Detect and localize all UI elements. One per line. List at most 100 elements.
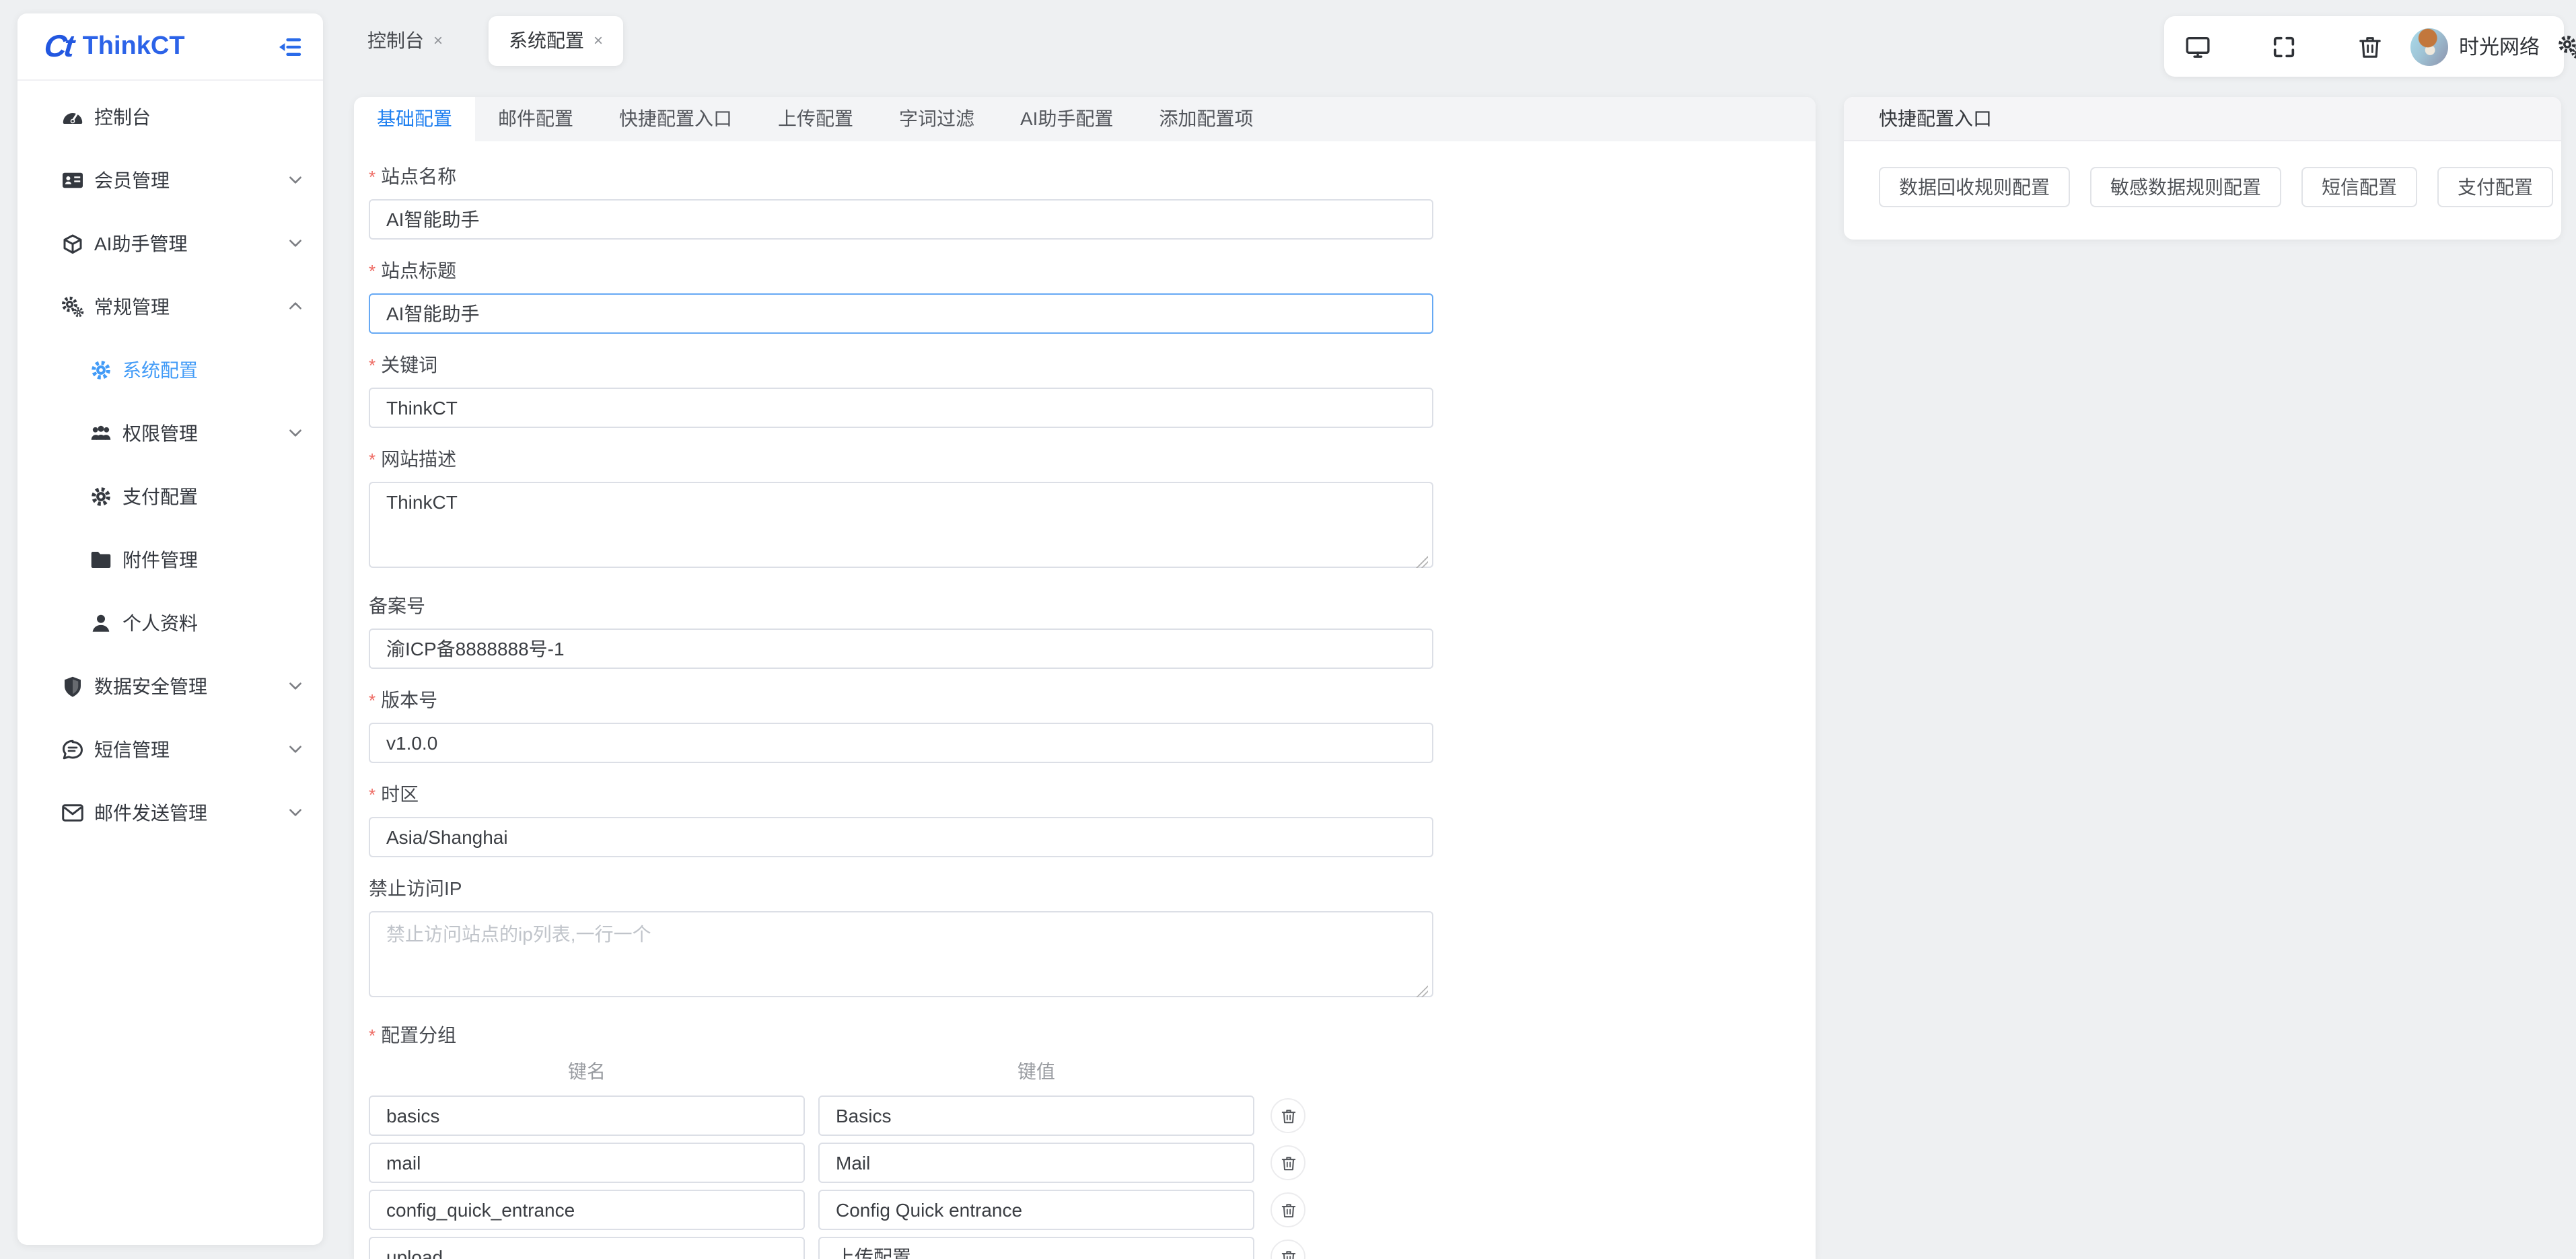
user-icon [92,614,110,631]
quick-entrance-panel: 快捷配置入口 数据回收规则配置 敏感数据规则配置 短信配置 支付配置 [1844,97,2561,240]
shield-icon [65,676,81,696]
close-icon[interactable]: × [594,31,603,50]
chevron-down-icon [289,682,301,690]
delete-row-button[interactable] [1271,1239,1305,1259]
sidebar-item-attachments[interactable]: 附件管理 [17,528,323,591]
sidebar: Ct ThinkCT 控制台 会员管理 AI助手管理 常规管理 系统配置 权限管… [17,13,323,1245]
fullscreen-icon[interactable] [2270,33,2297,60]
sidebar-item-members[interactable]: 会员管理 [17,148,323,211]
group-value-input[interactable] [818,1143,1254,1183]
field-site-description: * 网站描述 ThinkCT [369,445,1816,575]
gears-icon [61,294,85,318]
delete-row-button[interactable] [1271,1192,1305,1227]
site-description-textarea[interactable]: ThinkCT [369,482,1433,568]
sensitive-data-rules-button[interactable]: 敏感数据规则配置 [2090,167,2281,207]
users-icon [91,425,111,439]
sidebar-item-data-security[interactable]: 数据安全管理 [17,654,323,717]
sidebar-logo: Ct ThinkCT [17,13,323,81]
trash-icon [1281,1109,1295,1123]
avatar[interactable] [2410,28,2448,65]
required-marker: * [369,167,376,187]
required-marker: * [369,355,376,375]
data-recycle-rules-button[interactable]: 数据回收规则配置 [1879,167,2070,207]
icp-number-input[interactable] [369,628,1433,669]
quick-entrance-buttons: 数据回收规则配置 敏感数据规则配置 短信配置 支付配置 [1844,141,2561,207]
required-marker: * [369,261,376,281]
delete-row-button[interactable] [1271,1145,1305,1180]
tab-ai-assistant-config[interactable]: AI助手配置 [997,97,1136,141]
sidebar-item-payment-config[interactable]: 支付配置 [17,464,323,528]
trash-icon [1281,1156,1295,1170]
version-input[interactable] [369,723,1433,763]
chevron-down-icon [289,809,301,816]
menu-fold-icon[interactable] [276,33,303,60]
chevron-down-icon [289,429,301,437]
gears-icon[interactable] [2557,33,2576,60]
site-name-input[interactable] [369,199,1433,240]
keywords-input[interactable] [369,388,1433,428]
tab-mail-config[interactable]: 邮件配置 [475,97,596,141]
field-label: * 配置分组 [369,1024,457,1046]
window-tab-system-config[interactable]: 系统配置 × [489,15,624,65]
field-config-groups: * 配置分组 键名 键值 [369,1021,1816,1259]
trash-icon [1281,1203,1295,1217]
window-tab-console[interactable]: 控制台 × [354,27,456,54]
group-key-input[interactable] [369,1095,805,1136]
group-key-input[interactable] [369,1143,805,1183]
folder-icon [91,551,111,567]
sidebar-item-sms[interactable]: 短信管理 [17,717,323,781]
window-tab-label: 控制台 [367,30,424,51]
gear-icon [89,484,113,508]
site-title-input[interactable] [369,293,1433,334]
group-value-input[interactable] [818,1190,1254,1230]
basic-config-form: *站点名称 *站点标题 *关键词 *网站描述 ThinkCT 备案号 *版本号 [354,141,1816,1259]
sidebar-item-label: 个人资料 [122,612,198,633]
tab-upload-config[interactable]: 上传配置 [755,97,876,141]
quick-entrance-title: 快捷配置入口 [1844,97,2561,141]
sidebar-menu: 控制台 会员管理 AI助手管理 常规管理 系统配置 权限管理 支付配置 附件管理… [17,81,323,844]
required-marker: * [369,449,376,470]
chevron-down-icon [289,176,301,184]
sms-config-button[interactable]: 短信配置 [2301,167,2417,207]
config-group-row [369,1190,1816,1230]
tab-quick-entrance-config[interactable]: 快捷配置入口 [596,97,755,141]
sidebar-item-label: 短信管理 [94,738,170,760]
sidebar-item-general[interactable]: 常规管理 [17,275,323,338]
group-value-input[interactable] [818,1095,1254,1136]
field-banned-ip: 禁止访问IP [369,875,1816,1004]
group-key-input[interactable] [369,1237,805,1259]
sidebar-item-label: 控制台 [94,106,151,127]
sidebar-item-label: 系统配置 [122,359,198,380]
close-icon[interactable]: × [433,31,443,50]
group-value-input[interactable] [818,1237,1254,1259]
sidebar-item-system-config[interactable]: 系统配置 [17,338,323,401]
sidebar-item-profile[interactable]: 个人资料 [17,591,323,654]
tab-basic-config[interactable]: 基础配置 [354,97,475,141]
gear-icon [89,357,113,382]
required-marker: * [369,690,376,711]
sidebar-item-dashboard[interactable]: 控制台 [17,85,323,148]
timezone-input[interactable] [369,817,1433,857]
top-toolbar: 时光网络 [2164,16,2564,77]
field-site-title: * 站点标题 [369,257,1816,334]
monitor-icon[interactable] [2184,33,2211,60]
user-name[interactable]: 时光网络 [2459,32,2540,61]
delete-row-button[interactable] [1271,1098,1305,1133]
banned-ip-textarea[interactable] [369,911,1433,997]
sidebar-item-email[interactable]: 邮件发送管理 [17,781,323,844]
id-card-icon [61,171,84,188]
chevron-down-icon [289,746,301,753]
field-label: 备案号 [369,595,425,616]
trash-icon[interactable] [2357,33,2384,60]
field-label: * 网站描述 [369,448,457,470]
trash-icon [1281,1250,1295,1259]
config-tab-bar: 基础配置 邮件配置 快捷配置入口 上传配置 字词过滤 AI助手配置 添加配置项 [354,97,1816,141]
payment-config-button[interactable]: 支付配置 [2437,167,2553,207]
sidebar-item-permissions[interactable]: 权限管理 [17,401,323,464]
field-label: * 站点名称 [369,166,457,187]
tab-word-filter[interactable]: 字词过滤 [876,97,997,141]
tab-add-config-item[interactable]: 添加配置项 [1136,97,1276,141]
sidebar-item-ai-assistant[interactable]: AI助手管理 [17,211,323,275]
sidebar-item-label: 邮件发送管理 [94,801,207,823]
group-key-input[interactable] [369,1190,805,1230]
